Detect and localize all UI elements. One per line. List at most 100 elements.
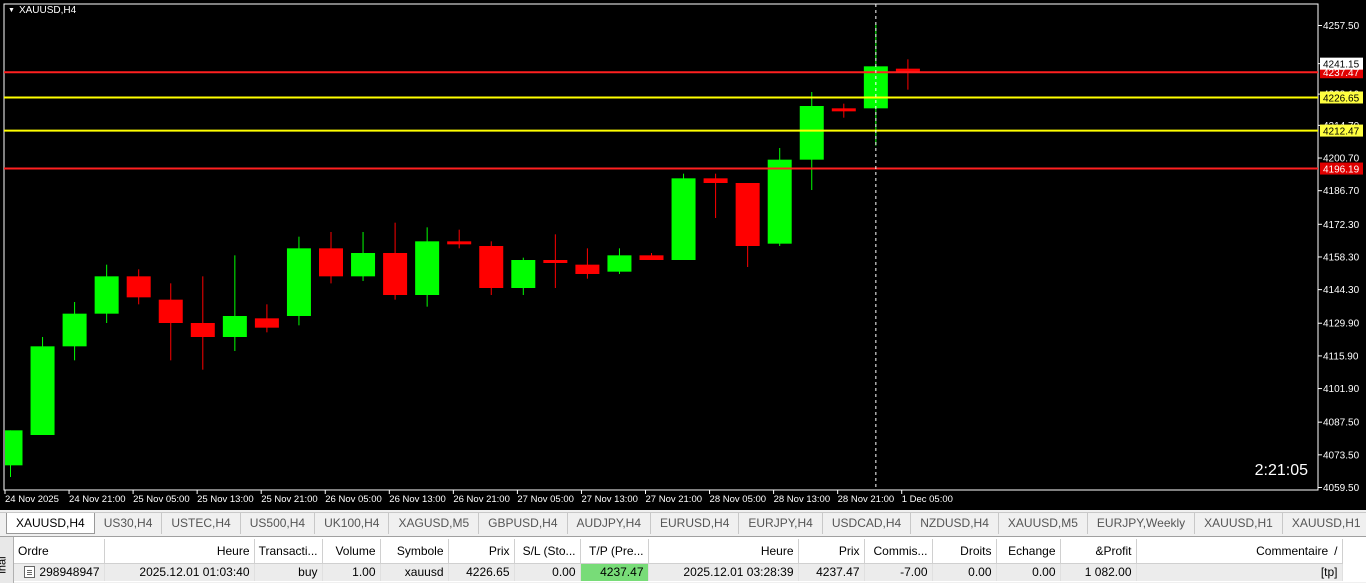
column-header[interactable]: Echange — [996, 539, 1061, 564]
table-header-row: Ordre Heure Transacti... Volume Symbole Prix S… — [14, 539, 1343, 564]
x-tick-label: 26 Nov 05:00 — [325, 494, 382, 505]
bear-candle — [158, 299, 183, 323]
table-cell: 4237.47 — [798, 563, 865, 581]
x-tick-label: 24 Nov 2025 — [5, 494, 59, 505]
bear-candle — [735, 183, 760, 246]
bull-candle — [351, 253, 376, 277]
table-cell: 1.00 — [322, 563, 381, 581]
chart-tab-active[interactable]: XAUUSD,H4 — [6, 513, 95, 534]
y-tick-label: 4101.90 — [1323, 384, 1360, 395]
column-header[interactable]: Ordre — [14, 539, 105, 564]
bull-candle — [30, 346, 55, 435]
x-tick-label: 25 Nov 21:00 — [261, 494, 318, 505]
price-chart[interactable]: 4257.504241.154228.104214.704200.704186.… — [0, 0, 1366, 510]
chart-tab[interactable]: USTEC,H4 — [162, 513, 241, 534]
chart-tab[interactable]: UK100,H4 — [315, 513, 390, 534]
y-tick-label: 4087.50 — [1323, 418, 1360, 429]
bear-candle — [447, 241, 472, 245]
column-header[interactable]: Commentaire / — [1136, 539, 1343, 564]
table-cell: 0.00 — [996, 563, 1061, 581]
price-tag-label: 4212.47 — [1323, 127, 1360, 138]
bear-candle — [383, 253, 408, 295]
column-header[interactable]: Transacti... — [254, 539, 323, 564]
chart-tab[interactable]: GBPUSD,H4 — [479, 513, 568, 534]
column-header[interactable]: Droits — [932, 539, 997, 564]
y-tick-label: 4129.90 — [1323, 319, 1360, 330]
bull-candle — [5, 430, 23, 466]
terminal-side-label: inal — [0, 537, 14, 583]
bull-candle — [94, 276, 119, 314]
column-header[interactable]: Heure — [648, 539, 799, 564]
table-cell: buy — [254, 563, 323, 581]
terminal-panel: inal Ordre Heure Transacti... Volume Symbole… — [0, 536, 1366, 583]
column-header[interactable]: Symbole — [380, 539, 449, 564]
history-table: Ordre Heure Transacti... Volume Symbole Prix S… — [14, 539, 1343, 581]
x-tick-label: 25 Nov 13:00 — [197, 494, 254, 505]
x-tick-label: 27 Nov 05:00 — [517, 494, 574, 505]
column-header[interactable]: Prix — [798, 539, 865, 564]
bull-candle — [767, 159, 792, 244]
chart-tab[interactable]: XAUUSD,H1 — [1283, 513, 1366, 534]
chart-tab[interactable]: XAGUSD,M5 — [389, 513, 480, 534]
bull-candle — [511, 260, 536, 288]
table-cell: 4237.47 — [580, 563, 649, 581]
chart-tab[interactable]: EURJPY,Weekly — [1088, 513, 1196, 534]
table-row[interactable]: 298948947 2025.12.01 01:03:40 buy 1.00 xauus… — [14, 563, 1343, 581]
table-cell: 2025.12.01 03:28:39 — [648, 563, 799, 581]
x-tick-label: 26 Nov 13:00 — [389, 494, 446, 505]
table-cell: 0.00 — [514, 563, 581, 581]
chart-tab[interactable]: EURJPY,H4 — [739, 513, 823, 534]
chart-tab[interactable]: NZDUSD,H4 — [911, 513, 999, 534]
dropdown-triangle-icon[interactable]: ▼ — [8, 7, 15, 14]
column-header[interactable]: S/L (Sto... — [514, 539, 581, 564]
x-tick-label: 24 Nov 21:00 — [69, 494, 126, 505]
table-cell: 298948947 — [14, 563, 105, 581]
y-tick-label: 4257.50 — [1323, 21, 1360, 32]
x-tick-label: 28 Nov 21:00 — [838, 494, 895, 505]
table-cell: xauusd — [380, 563, 449, 581]
chart-symbol-label: ▼ XAUUSD,H4 — [8, 5, 76, 16]
column-header[interactable]: T/P (Pre... — [580, 539, 649, 564]
x-tick-label: 28 Nov 05:00 — [710, 494, 767, 505]
column-header[interactable]: Volume — [322, 539, 381, 564]
chart-tab[interactable]: US500,H4 — [241, 513, 316, 534]
x-tick-label: 25 Nov 05:00 — [133, 494, 190, 505]
y-tick-label: 4158.30 — [1323, 252, 1360, 263]
chart-tab[interactable]: US30,H4 — [95, 513, 163, 534]
column-header[interactable]: Prix — [448, 539, 515, 564]
bull-candle — [415, 241, 440, 295]
chart-tab[interactable]: USDCAD,H4 — [823, 513, 912, 534]
x-tick-label: 27 Nov 13:00 — [581, 494, 638, 505]
bear-candle — [639, 255, 664, 260]
column-header[interactable]: Heure — [104, 539, 255, 564]
x-tick-label: 28 Nov 13:00 — [774, 494, 831, 505]
bear-candle — [190, 323, 215, 337]
bar-countdown-timer: 2:21:05 — [1254, 462, 1308, 479]
bear-candle — [703, 178, 728, 183]
bull-candle — [222, 316, 247, 337]
bull-candle — [607, 255, 632, 272]
y-tick-label: 4144.30 — [1323, 285, 1360, 296]
table-cell: [tp] — [1136, 563, 1343, 581]
bear-candle — [831, 108, 856, 112]
column-header[interactable]: &Profit — [1060, 539, 1137, 564]
bear-candle — [254, 318, 279, 328]
price-tag-label: 4241.15 — [1323, 60, 1360, 71]
bull-candle — [671, 178, 696, 260]
order-document-icon — [24, 566, 36, 579]
column-header[interactable]: Commis... — [864, 539, 933, 564]
table-cell: 4226.65 — [448, 563, 515, 581]
y-tick-label: 4115.90 — [1323, 351, 1359, 362]
x-tick-label: 1 Dec 05:00 — [902, 494, 953, 505]
bear-candle — [575, 264, 600, 274]
chart-tab[interactable]: EURUSD,H4 — [651, 513, 740, 534]
chart-canvas[interactable]: 4257.504241.154228.104214.704200.704186.… — [0, 0, 1366, 510]
chart-tab[interactable]: XAUUSD,M5 — [999, 513, 1088, 534]
price-tag-label: 4196.19 — [1323, 165, 1360, 176]
table-cell: 0.00 — [932, 563, 997, 581]
bull-candle — [799, 106, 824, 160]
y-tick-label: 4186.70 — [1323, 186, 1360, 197]
chart-tab[interactable]: AUDJPY,H4 — [568, 513, 652, 534]
chart-tab[interactable]: XAUUSD,H1 — [1195, 513, 1283, 534]
y-tick-label: 4059.50 — [1323, 483, 1360, 494]
